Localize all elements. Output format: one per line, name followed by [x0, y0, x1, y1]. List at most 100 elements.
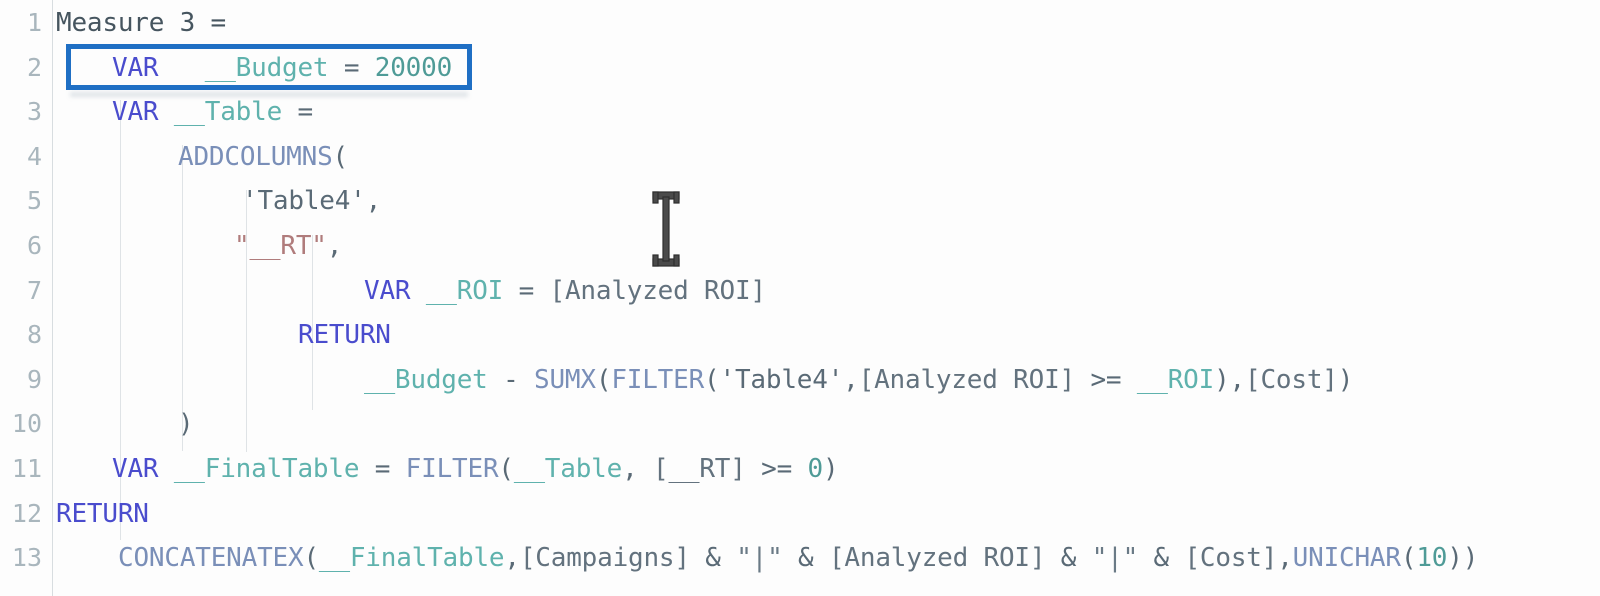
code-token-op: = [328, 52, 375, 83]
code-token-fn: FILTER [405, 454, 499, 484]
code-token-var: __Table [173, 97, 283, 128]
code-token-fn: UNICHAR [1292, 543, 1401, 574]
code-token-op: - [487, 364, 535, 395]
code-token-var: __ROI [425, 275, 504, 306]
code-token-var: __Budget [204, 52, 329, 83]
code-token-op: >= [745, 454, 808, 484]
code-line[interactable]: RETURN [298, 320, 391, 350]
dax-formula-editor[interactable]: Measure 3 = VAR __Budget = 20000 VAR __Tab… [0, 0, 1600, 596]
code-token-op: ) [1337, 364, 1354, 395]
code-token-op: , [365, 186, 382, 217]
code-token-op: , [326, 231, 343, 261]
code-line[interactable]: "__RT", [234, 231, 342, 261]
code-token-pipe: "|" [1091, 543, 1139, 574]
line-number: 8 [26, 320, 42, 350]
code-token-op: & [689, 543, 737, 574]
code-token-op: >= [1074, 364, 1137, 395]
code-token-op: = [282, 97, 313, 128]
line-number: 6 [26, 231, 42, 260]
code-token-op: ) [823, 454, 839, 484]
code-token-var: __ROI [1136, 364, 1215, 395]
code-token-col: [Analyzed ROI] [858, 364, 1076, 395]
code-token-col: [Cost] [1184, 543, 1278, 574]
code-token-fn: CONCATENATEX [118, 543, 304, 574]
code-token-op: ( [595, 364, 612, 395]
line-number: 9 [26, 364, 42, 394]
code-token-plain: Measure 3 = [56, 8, 226, 38]
code-token-op: & [782, 543, 829, 574]
code-token-op: & [1138, 543, 1185, 574]
code-token-op: ( [704, 364, 720, 395]
code-line[interactable]: VAR __Table = [112, 97, 313, 127]
text-cursor-icon [648, 190, 684, 268]
code-line[interactable]: 'Table4', [242, 186, 381, 216]
code-token-var: __Budget [364, 364, 488, 395]
code-token-op: ) [178, 409, 194, 440]
code-token-fn: ADDCOLUMNS [178, 141, 333, 172]
code-token-num: 20000 [374, 52, 453, 83]
code-token-kw: VAR [112, 52, 159, 83]
code-token-var: __FinalTable [173, 454, 360, 484]
code-token-str: "__RT" [234, 231, 327, 261]
code-token-op: = [503, 275, 550, 306]
code-line[interactable]: Measure 3 = [56, 8, 226, 38]
highlight-box-shadow [70, 92, 468, 97]
code-token-fn: FILTER [611, 364, 705, 395]
code-token-op: = [359, 454, 406, 484]
line-number: 3 [26, 97, 42, 127]
code-token-var: __FinalTable [318, 543, 505, 574]
code-token-kw: RETURN [56, 498, 149, 529]
code-token-op: , [1277, 543, 1293, 574]
line-number: 12 [11, 498, 42, 528]
line-number: 2 [26, 52, 42, 82]
code-token-pipe: "|" [736, 543, 783, 574]
code-line[interactable]: ADDCOLUMNS( [178, 142, 348, 172]
code-token-kw: VAR [364, 275, 411, 306]
code-line[interactable]: ) [178, 409, 194, 440]
line-number-gutter: 1 2 3 4 5 6 7 8 9 10 11 12 13 [0, 0, 52, 596]
code-token-col: [Campaigns] [519, 543, 690, 574]
code-token-op: ( [498, 454, 514, 484]
code-token-op: & [1045, 543, 1092, 574]
line-number: 4 [26, 141, 42, 171]
code-token-var: __Table [513, 454, 623, 484]
code-token-col: [Cost] [1245, 364, 1338, 395]
code-area[interactable]: Measure 3 = VAR __Budget = 20000 VAR __Tab… [0, 0, 1600, 596]
code-token-kw: RETURN [298, 320, 391, 351]
line-number: 1 [26, 8, 42, 37]
code-token-op: , [622, 454, 653, 484]
code-token-fn: SUMX [534, 364, 596, 395]
code-token-tbl: 'Table4' [719, 364, 844, 395]
code-token-tbl: 'Table4' [242, 186, 366, 217]
line-number: 7 [26, 275, 42, 305]
code-token-kw: VAR [112, 454, 159, 484]
code-token-op: , [843, 364, 859, 395]
gutter-divider [52, 0, 53, 596]
code-token-col: [__RT] [652, 454, 746, 484]
code-token-num: 10 [1416, 543, 1448, 574]
code-token-op: ), [1214, 364, 1246, 395]
code-line[interactable]: __Budget - SUMX(FILTER('Table4',[Analyze… [364, 365, 1353, 395]
code-line[interactable]: VAR __FinalTable = FILTER(__Table, [__RT… [112, 454, 839, 484]
line-number: 11 [11, 454, 42, 483]
code-line[interactable]: VAR __Budget = 20000 [112, 53, 452, 83]
line-number: 10 [11, 409, 42, 439]
code-line[interactable]: CONCATENATEX(__FinalTable,[Campaigns] & … [118, 543, 1478, 573]
code-line[interactable]: VAR __ROI = [Analyzed ROI] [364, 276, 766, 306]
code-token-op: )) [1447, 543, 1479, 574]
code-token-op: , [504, 543, 520, 574]
code-token-op: ( [1400, 543, 1417, 574]
code-token-col: [Analyzed ROI] [549, 275, 767, 306]
code-token-col: [Analyzed ROI] [828, 543, 1046, 574]
code-line[interactable]: RETURN [56, 499, 149, 529]
code-token-num: 0 [807, 454, 824, 484]
code-token-op: ( [303, 543, 319, 574]
code-token-kw: VAR [112, 97, 159, 128]
line-number: 13 [11, 543, 42, 573]
code-token-op: ( [332, 141, 349, 172]
line-number: 5 [26, 186, 42, 216]
